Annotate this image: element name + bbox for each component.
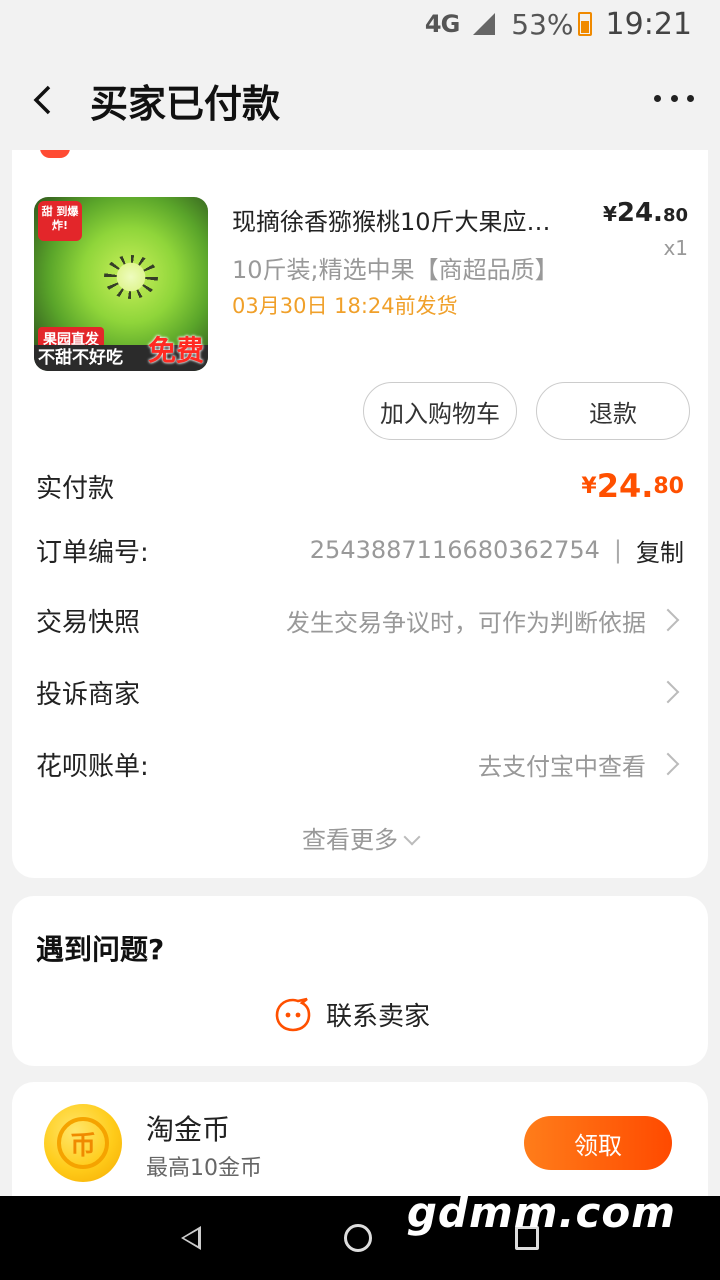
image-tag-free: 免费	[147, 334, 204, 367]
paid-integer: 24.	[596, 467, 654, 505]
claim-coins-button[interactable]: 领取	[524, 1116, 672, 1170]
paid-amount-row: 实付款 ¥24. 80	[36, 466, 684, 506]
ship-deadline: 03月30日 18:24前发货	[232, 294, 458, 318]
price-integer: 24.	[616, 198, 663, 228]
contact-seller-button[interactable]: 联系卖家	[274, 996, 430, 1033]
battery-icon	[577, 12, 592, 36]
status-bar: 4G 53% 19:21	[0, 0, 720, 48]
product-sku: 10斤装;精选中果【商超品质】	[232, 256, 559, 284]
paid-amount: ¥24. 80	[581, 467, 684, 505]
price-currency: ¥	[602, 202, 617, 226]
huabei-row[interactable]: 花呗账单: 去支付宝中查看	[36, 744, 684, 784]
paid-currency: ¥	[581, 473, 597, 499]
copy-button[interactable]: 复制	[636, 533, 684, 568]
complain-label: 投诉商家	[36, 679, 141, 710]
order-number: 2543887116680362754	[309, 536, 600, 564]
product-price: ¥24.80	[603, 198, 688, 228]
page-title: 买家已付款	[90, 81, 281, 126]
chevron-right-icon	[656, 752, 680, 776]
network-type: 4G	[424, 10, 460, 38]
chat-face-icon	[275, 997, 311, 1031]
clock: 19:21	[605, 6, 692, 42]
huabei-label: 花呗账单:	[36, 751, 149, 782]
price-decimal: 80	[662, 205, 688, 226]
image-tag-top: 甜 到爆炸!	[38, 201, 82, 241]
product-quantity: x1	[663, 236, 688, 260]
snapshot-hint: 发生交易争议时，可作为判断依据	[286, 608, 646, 637]
gold-coin-icon: 币	[44, 1104, 122, 1182]
help-card: 遇到问题? 联系卖家	[12, 896, 708, 1066]
more-menu-button[interactable]	[654, 86, 694, 110]
chevron-right-icon	[656, 680, 680, 704]
back-button[interactable]	[0, 48, 84, 152]
watermark: gdmm.com	[406, 1188, 676, 1237]
contact-seller-label: 联系卖家	[326, 1002, 431, 1032]
coin-title: 淘金币	[146, 1113, 231, 1146]
chevron-right-icon	[656, 608, 680, 632]
more-dot-icon	[670, 94, 678, 102]
refund-button[interactable]: 退款	[536, 382, 690, 440]
nav-back-icon[interactable]	[181, 1226, 202, 1250]
shop-header[interactable]	[12, 150, 312, 160]
add-to-cart-button[interactable]: 加入购物车	[363, 382, 517, 440]
more-dot-icon	[654, 94, 661, 102]
order-number-row: 订单编号: 2543887116680362754 | 复制	[36, 530, 684, 570]
signal-icon	[473, 13, 496, 35]
header: 买家已付款	[0, 48, 720, 152]
chevron-down-icon	[403, 828, 421, 846]
order-number-label: 订单编号:	[36, 537, 149, 568]
huabei-hint: 去支付宝中查看	[478, 752, 646, 781]
see-more-button[interactable]: 查看更多	[12, 820, 708, 855]
battery-percent: 53%	[511, 7, 574, 41]
snapshot-label: 交易快照	[36, 607, 141, 638]
complain-row[interactable]: 投诉商家	[36, 672, 684, 712]
coin-subtitle: 最高10金币	[146, 1156, 262, 1181]
snapshot-row[interactable]: 交易快照 发生交易争议时，可作为判断依据	[36, 600, 684, 640]
shop-logo-icon	[40, 150, 70, 158]
divider: |	[613, 536, 622, 564]
paid-decimal: 80	[653, 473, 684, 499]
order-card: 甜 到爆炸! 果园直发 不甜不好吃 免费 现摘徐香猕猴桃10斤大果应… ¥24.…	[12, 150, 708, 878]
more-dot-icon	[687, 94, 694, 102]
product-image[interactable]: 甜 到爆炸! 果园直发 不甜不好吃 免费	[34, 197, 208, 371]
see-more-label: 查看更多	[302, 826, 398, 854]
chevron-left-icon	[33, 85, 51, 115]
kiwi-core-graphic	[104, 255, 158, 299]
paid-label: 实付款	[36, 473, 115, 504]
product-title[interactable]: 现摘徐香猕猴桃10斤大果应…	[232, 202, 592, 237]
nav-home-icon[interactable]	[343, 1224, 372, 1252]
help-title: 遇到问题?	[36, 933, 165, 966]
coin-glyph: 币	[57, 1117, 109, 1169]
